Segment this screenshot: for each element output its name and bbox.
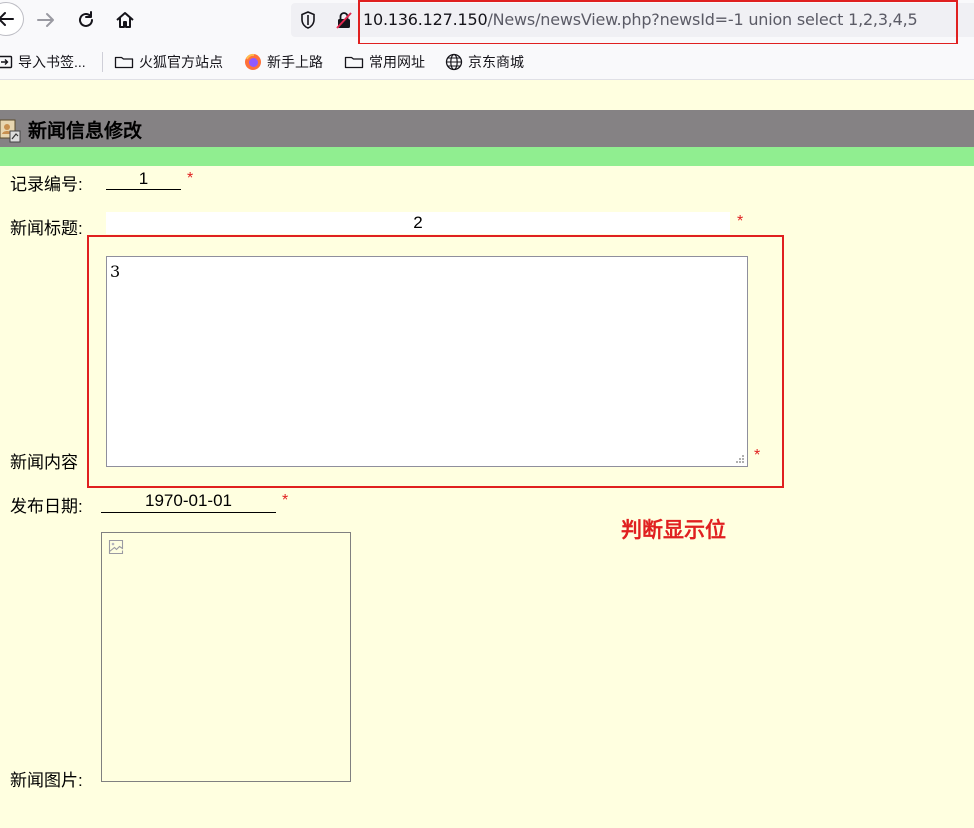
bookmark-import[interactable]: 导入书签... [0, 52, 86, 72]
bookmark-label: 火狐官方站点 [139, 54, 223, 70]
bookmark-label: 导入书签... [18, 54, 86, 70]
required-mark: * [754, 447, 761, 464]
news-content-textarea[interactable]: 3 [106, 256, 748, 467]
reload-icon [79, 11, 93, 27]
news-image-label: 新闻图片: [10, 771, 83, 790]
firefox-icon [245, 53, 261, 70]
bookmarks-bar: 导入书签... 火狐官方站点 新手上路 常用网址 京东商城 [0, 44, 974, 80]
green-strip [0, 147, 974, 166]
resize-grip-icon[interactable] [735, 454, 745, 464]
required-mark: * [187, 170, 194, 187]
globe-icon [445, 53, 463, 71]
edit-document-icon [0, 119, 21, 143]
home-icon [116, 12, 134, 28]
forward-button[interactable] [28, 4, 64, 36]
publish-date-label: 发布日期: [10, 497, 83, 516]
folder-icon [114, 56, 134, 69]
record-id-input[interactable] [106, 168, 181, 190]
reload-button[interactable] [68, 4, 104, 36]
required-mark: * [737, 213, 744, 230]
browser-toolbar: 10.136.127.150/News/newsView.php?newsId=… [0, 0, 974, 45]
import-icon [0, 55, 13, 69]
arrow-left-icon [0, 12, 14, 26]
publish-date-input[interactable] [101, 490, 276, 513]
news-title-label: 新闻标题: [10, 219, 83, 238]
required-mark: * [282, 492, 289, 509]
news-title-input[interactable] [106, 212, 730, 234]
bookmark-separator [102, 52, 103, 72]
page-title: 新闻信息修改 [28, 121, 143, 142]
bookmark-common-sites[interactable]: 常用网址 [344, 52, 425, 72]
news-image [101, 532, 351, 782]
back-button[interactable] [0, 2, 24, 36]
url-highlight-box [358, 0, 958, 45]
home-button[interactable] [107, 4, 143, 36]
insecure-lock-icon[interactable] [335, 11, 353, 29]
shield-icon[interactable] [300, 11, 316, 29]
news-content-label: 新闻内容 [10, 453, 78, 472]
bookmark-label: 常用网址 [369, 54, 425, 70]
bookmark-firefox-site[interactable]: 火狐官方站点 [114, 52, 223, 72]
broken-image-icon [108, 539, 124, 555]
arrow-right-icon [37, 13, 54, 27]
news-content-text: 3 [110, 262, 121, 281]
bookmark-label: 新手上路 [267, 54, 323, 70]
bookmark-getting-started[interactable]: 新手上路 [244, 52, 323, 72]
annotation-text: 判断显示位 [621, 519, 726, 542]
page-title-bar: 新闻信息修改 [0, 110, 974, 147]
record-id-label: 记录编号: [10, 175, 83, 194]
bookmark-label: 京东商城 [468, 54, 524, 70]
folder-icon [344, 56, 364, 69]
bookmark-jd-mall[interactable]: 京东商城 [445, 52, 524, 72]
